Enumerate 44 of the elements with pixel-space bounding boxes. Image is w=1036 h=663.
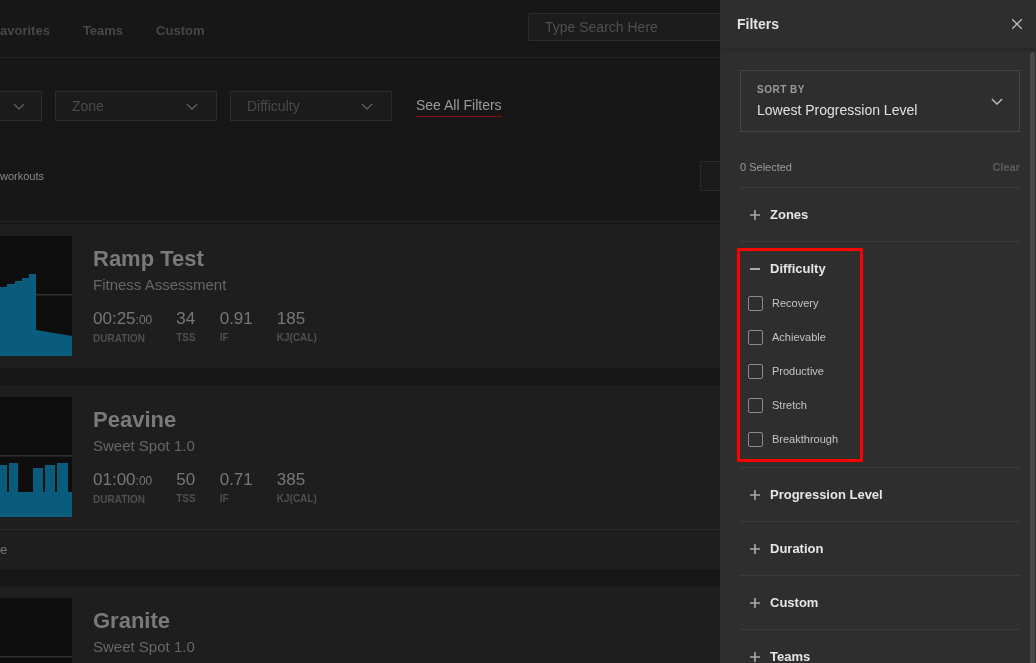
stat-value: 34 <box>176 309 196 329</box>
workout-subtitle: Fitness Assessment <box>93 275 228 295</box>
see-all-filters-link[interactable]: See All Filters <box>416 97 502 117</box>
workout-card[interactable]: Granite Sweet Spot 1.0 <box>0 586 720 663</box>
filter-section-toggle[interactable]: Difficulty <box>740 242 1020 295</box>
stat-value: 0.91 <box>219 309 253 329</box>
stat-value: 50 <box>176 470 196 490</box>
results-count: workouts <box>0 168 45 184</box>
stat-value: 01:00:00 <box>93 470 153 491</box>
option-label[interactable]: Recovery <box>772 294 819 312</box>
checkbox[interactable] <box>748 295 763 311</box>
close-button[interactable] <box>1010 17 1024 31</box>
selected-count: 0 Selected <box>740 159 792 175</box>
workout-title: Ramp Test <box>93 246 205 272</box>
workout-title: Granite <box>93 608 172 634</box>
checkbox[interactable] <box>748 363 763 379</box>
scrollbar[interactable] <box>1030 52 1035 663</box>
filter-section-toggle[interactable]: Duration <box>740 522 1020 575</box>
stat-value: 00:25:00 <box>93 309 153 330</box>
close-icon <box>1012 19 1022 29</box>
filter-section-toggle[interactable]: Teams <box>740 630 1020 663</box>
chevron-down-icon <box>13 102 25 110</box>
stat-value: 185 <box>276 309 307 329</box>
sort-dropdown[interactable]: SORT BY Lowest Progression Level <box>740 70 1020 132</box>
option-label[interactable]: Productive <box>772 362 824 380</box>
chevron-down-icon <box>991 97 1003 105</box>
workout-subtitle: Sweet Spot 1.0 <box>93 637 195 657</box>
filter-section-toggle[interactable]: Custom <box>740 576 1020 629</box>
checkbox[interactable] <box>748 329 763 345</box>
workout-title: Peavine <box>93 407 178 433</box>
panel-title: Filters <box>737 14 779 34</box>
workout-footer-text: e <box>0 540 8 559</box>
chevron-down-icon <box>361 102 373 110</box>
checkbox[interactable] <box>748 397 763 413</box>
filter-section-toggle[interactable]: Zones <box>740 188 1020 241</box>
stat-value: 0.71 <box>219 470 253 490</box>
checkbox[interactable] <box>748 431 763 447</box>
workout-subtitle: Sweet Spot 1.0 <box>93 436 196 456</box>
chevron-down-icon <box>186 102 198 110</box>
stat-value: 385 <box>276 470 307 490</box>
option-label[interactable]: Stretch <box>772 396 807 414</box>
filter-section-toggle[interactable]: Progression Level <box>740 468 1020 521</box>
option-label[interactable]: Achievable <box>772 328 826 346</box>
option-label[interactable]: Breakthrough <box>772 430 839 448</box>
